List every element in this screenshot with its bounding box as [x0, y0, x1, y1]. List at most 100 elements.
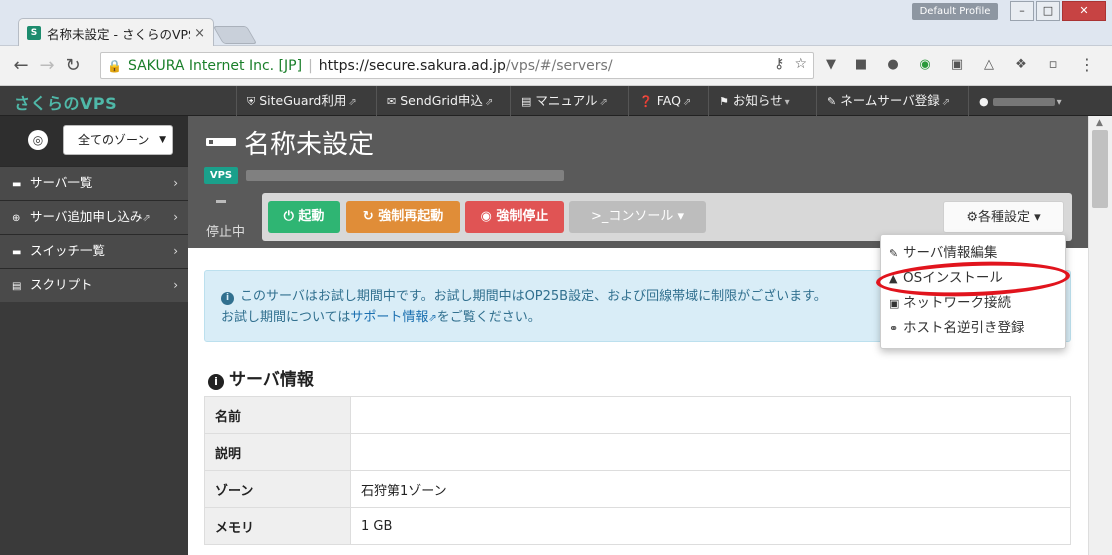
info-icon: i: [221, 292, 234, 305]
extension-icon[interactable]: ■: [852, 56, 870, 74]
table-key: ゾーン: [204, 470, 351, 508]
gear-icon: ⚙: [966, 210, 978, 225]
stop-label: 強制停止: [496, 209, 549, 224]
nav-label: SendGrid申込: [400, 93, 483, 108]
sidebar-item-add-server[interactable]: ⊕ サーバ追加申し込み⇗ ›: [0, 200, 188, 234]
megaphone-icon: ⚑: [719, 95, 729, 108]
lock-icon: 🔒: [107, 58, 122, 73]
sidebar-item-label: スクリプト: [30, 277, 93, 292]
extension-icon[interactable]: ▣: [948, 56, 966, 74]
menu-item-reverse-dns[interactable]: ⚭ ホスト名逆引き登録: [881, 316, 1065, 341]
key-icon[interactable]: ⚷: [774, 56, 784, 72]
console-button[interactable]: >_コンソール ▾: [569, 201, 706, 233]
nav-nameserver[interactable]: ✎ ネームサーバ登録 ⇗: [816, 86, 960, 116]
new-tab-button[interactable]: [212, 26, 258, 44]
nav-siteguard[interactable]: ⛨ SiteGuard利用 ⇗: [236, 86, 367, 116]
minimize-button[interactable]: –: [1010, 1, 1034, 21]
nav-sendgrid[interactable]: ✉ SendGrid申込 ⇗: [376, 86, 503, 116]
sidebar-item-scripts[interactable]: ▤ スクリプト ›: [0, 268, 188, 302]
server-status: 停止中: [206, 225, 246, 240]
dropbox-icon[interactable]: ❖: [1012, 56, 1030, 74]
menu-item-label: ネットワーク接続: [903, 295, 1011, 311]
stop-icon: ◉: [480, 209, 497, 224]
menu-item-os-install[interactable]: ▲ OSインストール: [881, 266, 1065, 291]
table-key: 名前: [204, 396, 351, 434]
back-button[interactable]: ←: [8, 55, 34, 76]
drive-icon[interactable]: △: [980, 56, 998, 74]
pencil-icon: ✎: [889, 247, 899, 260]
browser-toolbar: ← → ↻ 🔒 SAKURA Internet Inc. [JP] | http…: [0, 46, 1112, 86]
nav-label: お知らせ: [732, 93, 783, 108]
star-icon[interactable]: ☆: [794, 56, 807, 72]
security-label: SAKURA Internet Inc. [JP]: [127, 57, 303, 74]
caret-down-icon: ▾: [1030, 210, 1041, 225]
restart-icon: ↻: [362, 209, 379, 224]
forward-button[interactable]: →: [34, 55, 60, 76]
console-label: コンソール: [608, 209, 674, 224]
separator: |: [308, 57, 313, 74]
chevron-right-icon: ›: [173, 278, 178, 292]
sidebar-item-servers[interactable]: ▬ サーバ一覧 ›: [0, 166, 188, 200]
user-icon: ●: [979, 95, 989, 108]
menu-item-network-connection[interactable]: ▣ ネットワーク接続: [881, 291, 1065, 316]
caret-down-icon: ▾: [673, 209, 685, 224]
info-circle-icon: i: [208, 374, 224, 390]
caret-down-icon: ▾: [1056, 97, 1062, 108]
reload-button[interactable]: ↻: [60, 55, 86, 76]
tab-close-icon[interactable]: ×: [194, 26, 205, 41]
page-scrollbar[interactable]: ▲: [1088, 116, 1112, 555]
chevron-right-icon: ›: [173, 244, 178, 258]
pocket-icon[interactable]: ▼: [822, 56, 840, 74]
chrome-menu-icon[interactable]: ⋮: [1078, 56, 1096, 74]
profile-badge[interactable]: Default Profile: [912, 3, 998, 20]
menu-item-edit-server-info[interactable]: ✎ サーバ情報編集: [881, 241, 1065, 266]
notice-text-3: をご覧ください。: [436, 310, 541, 325]
settings-label: 各種設定: [977, 210, 1030, 225]
switch-icon: ▬: [12, 247, 22, 258]
settings-button[interactable]: ⚙各種設定 ▾: [943, 201, 1064, 233]
maximize-button[interactable]: □: [1036, 1, 1060, 21]
zone-selector-area: ◎ 全てのゾーン ▼: [0, 116, 188, 166]
extension-icon[interactable]: ◉: [916, 56, 934, 74]
power-icon: ⏻: [283, 209, 299, 224]
close-window-button[interactable]: ✕: [1062, 1, 1106, 21]
nav-label: マニュアル: [535, 93, 598, 108]
table-row: メモリ 1 GB: [204, 507, 1071, 545]
section-title: i サーバ情報: [208, 365, 314, 390]
server-icon: [206, 138, 236, 146]
caret-down-icon: ▼: [159, 135, 166, 145]
force-restart-button[interactable]: ↻ 強制再起動: [346, 201, 460, 233]
sidebar-item-label: サーバ一覧: [30, 175, 93, 190]
extension-icon[interactable]: ●: [884, 56, 902, 74]
sidebar-item-switches[interactable]: ▬ スイッチ一覧 ›: [0, 234, 188, 268]
sidebar: ◎ 全てのゾーン ▼ ▬ サーバ一覧 › ⊕ サーバ追加申し込み⇗ › ▬ スイッチ一覧 › …: [0, 116, 188, 555]
terminal-icon: >_: [590, 209, 609, 224]
address-bar[interactable]: 🔒 SAKURA Internet Inc. [JP] | https://se…: [100, 52, 814, 79]
browser-window: S 名称未設定 - さくらのVPS × Default Profile – □ …: [0, 0, 1112, 555]
support-info-link[interactable]: サポート情報: [350, 310, 428, 325]
nav-manual[interactable]: ▤ マニュアル ⇗: [510, 86, 618, 116]
username-redacted: [992, 97, 1055, 106]
sidebar-item-label: スイッチ一覧: [30, 243, 106, 258]
tab-strip: S 名称未設定 - さくらのVPS × Default Profile – □ …: [0, 0, 1112, 47]
sakura-favicon-icon: S: [27, 26, 41, 40]
pdf-icon[interactable]: ▫: [1044, 56, 1062, 74]
start-button[interactable]: ⏻ 起動: [268, 201, 340, 233]
force-stop-button[interactable]: ◉ 強制停止: [465, 201, 564, 233]
settings-dropdown-menu: ✎ サーバ情報編集 ▲ OSインストール ▣ ネットワーク接続 ⚭ ホスト名逆引き登録: [880, 234, 1066, 349]
nav-news[interactable]: ⚑ お知らせ ▾: [708, 86, 800, 116]
scroll-up-icon[interactable]: ▲: [1096, 118, 1103, 128]
nav-user-menu[interactable]: ● ▾: [968, 86, 1076, 116]
menu-item-label: ホスト名逆引き登録: [903, 320, 1025, 336]
zone-select-value: 全てのゾーン: [78, 133, 150, 147]
restart-label: 強制再起動: [378, 209, 444, 224]
nav-label: SiteGuard利用: [259, 93, 347, 108]
server-header: 名称未設定 VPS 停止中 ⏻ 起動 ↻ 強制再起動 ◉ 強制停止 >_コンソー…: [188, 116, 1088, 248]
scrollbar-thumb[interactable]: [1092, 130, 1108, 208]
table-key: 説明: [204, 433, 351, 471]
zone-select[interactable]: 全てのゾーン ▼: [63, 125, 173, 155]
nav-label: ネームサーバ登録: [840, 93, 940, 108]
nav-faq[interactable]: ❓ FAQ ⇗: [628, 86, 701, 116]
browser-tab[interactable]: S 名称未設定 - さくらのVPS ×: [18, 18, 214, 47]
site-logo[interactable]: さくらのVPS: [14, 90, 117, 114]
